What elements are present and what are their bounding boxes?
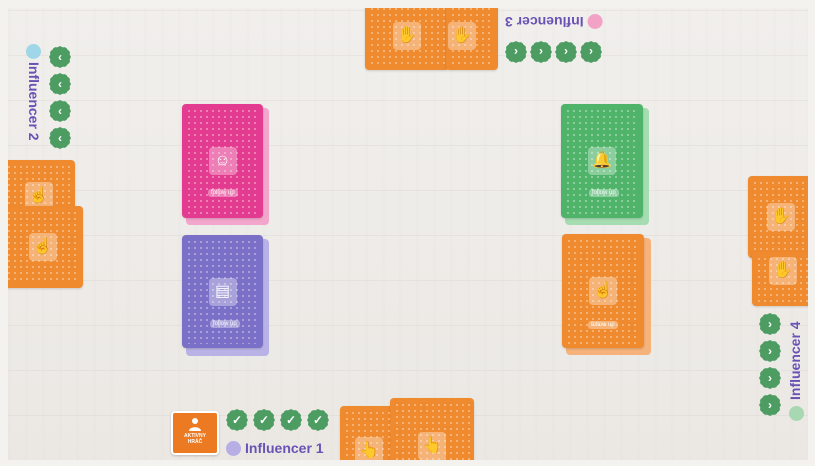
deck-orange[interactable]: ☝ follow up	[562, 234, 644, 348]
bell-icon: 🔔	[588, 147, 616, 175]
influencer-2-hand-card-2[interactable]: ☝	[8, 206, 83, 288]
profile-icon: ☺	[208, 147, 237, 175]
deck-pink-tag: follow up	[208, 189, 238, 197]
influencer-2-chip-2: ‹	[49, 73, 71, 95]
influencer-4-chip-1: ›	[759, 313, 781, 335]
influencer-1-name: Influencer 1	[245, 440, 324, 456]
influencer-4-chip-2: ›	[759, 340, 781, 362]
influencer-1-chip-4: ✓	[307, 409, 329, 431]
influencer-1-hand-card-2[interactable]: 👆	[390, 398, 474, 460]
influencer-3-chip-1: ‹	[505, 41, 527, 63]
influencer-3-chip-3: ‹	[555, 41, 577, 63]
pointing-hand-icon: 👆	[418, 431, 446, 460]
pointer-hand-icon: ☝	[589, 277, 617, 305]
influencer-4-label: Influencer 4	[786, 308, 806, 423]
deck-green[interactable]: 🔔 follow up	[561, 104, 643, 218]
person-icon	[189, 418, 201, 431]
news-icon: ▤	[208, 277, 237, 306]
influencer-1-chip-3: ✓	[280, 409, 302, 431]
influencer-3-chip-2: ‹	[530, 41, 552, 63]
deck-orange-tag: follow up	[588, 321, 618, 329]
pointing-hand-icon: ☝	[28, 233, 57, 261]
influencer-4-chip-4: ›	[759, 394, 781, 416]
influencer-4-avatar	[789, 406, 804, 421]
thumb-down-icon: ✋	[769, 256, 797, 285]
influencer-1-chip-2: ✓	[253, 409, 275, 431]
influencer-4-hand-card-2[interactable]: ✋	[752, 252, 808, 306]
thumb-down-icon: ✋	[448, 22, 476, 50]
active-player-badge: AKTIVNY HRÁČ	[171, 411, 219, 455]
influencer-2-label: Influencer 2	[24, 44, 42, 154]
influencer-2-hand-card-1[interactable]: ☝	[8, 160, 75, 212]
deck-purple-tag: follow up	[210, 320, 240, 328]
influencer-2-name: Influencer 2	[26, 62, 42, 141]
thumb-down-icon: ✋	[767, 203, 795, 231]
influencer-3-hand-card-1[interactable]: ✋	[365, 8, 449, 70]
influencer-1-label: Influencer 1	[226, 440, 324, 456]
influencer-2-chip-1: ‹	[49, 46, 71, 68]
influencer-3-hand-card-2[interactable]: ✋	[446, 8, 498, 70]
game-board: ✋ ✋ Influencer 3 ‹ ‹ ‹ ‹ Influencer 2 ‹ …	[8, 8, 808, 460]
influencer-3-avatar	[587, 14, 603, 30]
influencer-4-name: Influencer 4	[787, 321, 803, 400]
influencer-3-chip-4: ‹	[580, 41, 602, 63]
deck-purple[interactable]: ▤ follow up	[182, 235, 263, 348]
influencer-4-hand-card-1[interactable]: ✋	[748, 176, 808, 258]
deck-pink[interactable]: ☺ follow up	[182, 104, 263, 218]
active-badge-line-2: HRÁČ	[187, 439, 203, 445]
pointing-hand-icon: 👆	[355, 437, 383, 460]
influencer-3-label: Influencer 3	[505, 14, 603, 30]
influencer-3-name: Influencer 3	[505, 14, 584, 30]
influencer-4-chip-3: ›	[759, 367, 781, 389]
influencer-1-chip-1: ✓	[226, 409, 248, 431]
influencer-2-avatar	[26, 44, 41, 59]
influencer-2-chip-3: ‹	[49, 100, 71, 122]
influencer-2-chip-4: ‹	[49, 127, 71, 149]
deck-green-tag: follow up	[589, 189, 619, 197]
influencer-1-avatar	[226, 440, 241, 456]
thumb-down-icon: ✋	[393, 22, 421, 50]
